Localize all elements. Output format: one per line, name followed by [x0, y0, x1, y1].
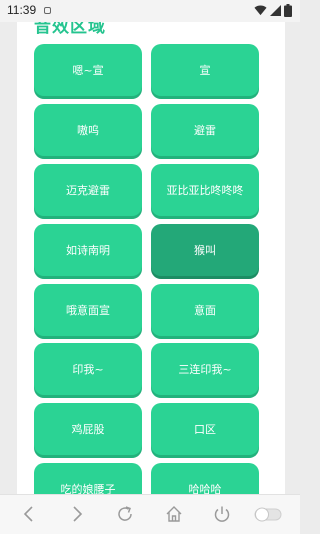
sound-button[interactable]: 印我~ — [34, 343, 142, 396]
wifi-icon — [254, 5, 267, 16]
signal-icon — [270, 5, 281, 16]
sound-button[interactable]: 口区 — [151, 403, 259, 456]
sound-button[interactable]: 吃的娘腰子 — [34, 463, 142, 494]
forward-button[interactable] — [67, 504, 87, 524]
page-edge-right — [285, 22, 300, 494]
forward-icon — [73, 506, 83, 522]
home-icon — [166, 506, 182, 522]
page-edge-left — [0, 22, 17, 494]
sound-panel: 音效区域 嗯~宣宣嗷呜 避雷 迈克避雷 亚比亚比咚咚咚 如诗南明 猴叫 哦意面宣 意面 印我~ 三… — [17, 22, 285, 494]
sound-button[interactable]: 亚比亚比咚咚咚 — [151, 163, 259, 216]
section-title: 音效区域 — [34, 22, 106, 37]
back-button[interactable] — [19, 504, 39, 524]
sound-button[interactable]: 鸡屁股 — [34, 403, 142, 456]
power-button[interactable] — [212, 504, 232, 524]
battery-icon — [284, 4, 292, 17]
sound-button-grid: 嗯~宣宣嗷呜 避雷 迈克避雷 亚比亚比咚咚咚 如诗南明 猴叫 哦意面宣 意面 印我~ 三连印我~ 鸡… — [34, 44, 259, 494]
sound-button[interactable]: 嗯~宣 — [34, 44, 142, 96]
status-bar: 11:39 — [0, 0, 300, 22]
sound-button[interactable]: 避雷 — [151, 103, 259, 156]
status-icons — [254, 4, 294, 18]
refresh-icon — [118, 506, 132, 521]
notification-icon — [44, 7, 51, 14]
sound-button[interactable]: 如诗南明 — [34, 223, 142, 276]
power-icon — [214, 506, 230, 522]
toggle-icon — [254, 507, 282, 522]
sound-button[interactable]: 嗷呜 — [34, 103, 142, 156]
home-button[interactable] — [164, 504, 184, 524]
status-time: 11:39 — [7, 3, 37, 17]
sound-button[interactable]: 意面 — [151, 283, 259, 336]
sound-button[interactable]: 哈哈哈 — [151, 463, 259, 494]
sound-button[interactable]: 迈克避雷 — [34, 163, 142, 216]
sound-button[interactable]: 宣 — [151, 44, 259, 96]
sound-button[interactable]: 猴叫 — [151, 223, 259, 276]
toggle-switch[interactable] — [254, 504, 282, 524]
sound-button[interactable]: 哦意面宣 — [34, 283, 142, 336]
sound-button[interactable]: 三连印我~ — [151, 343, 259, 396]
bottom-nav-bar — [0, 494, 300, 534]
refresh-button[interactable] — [115, 504, 135, 524]
back-icon — [23, 506, 33, 522]
